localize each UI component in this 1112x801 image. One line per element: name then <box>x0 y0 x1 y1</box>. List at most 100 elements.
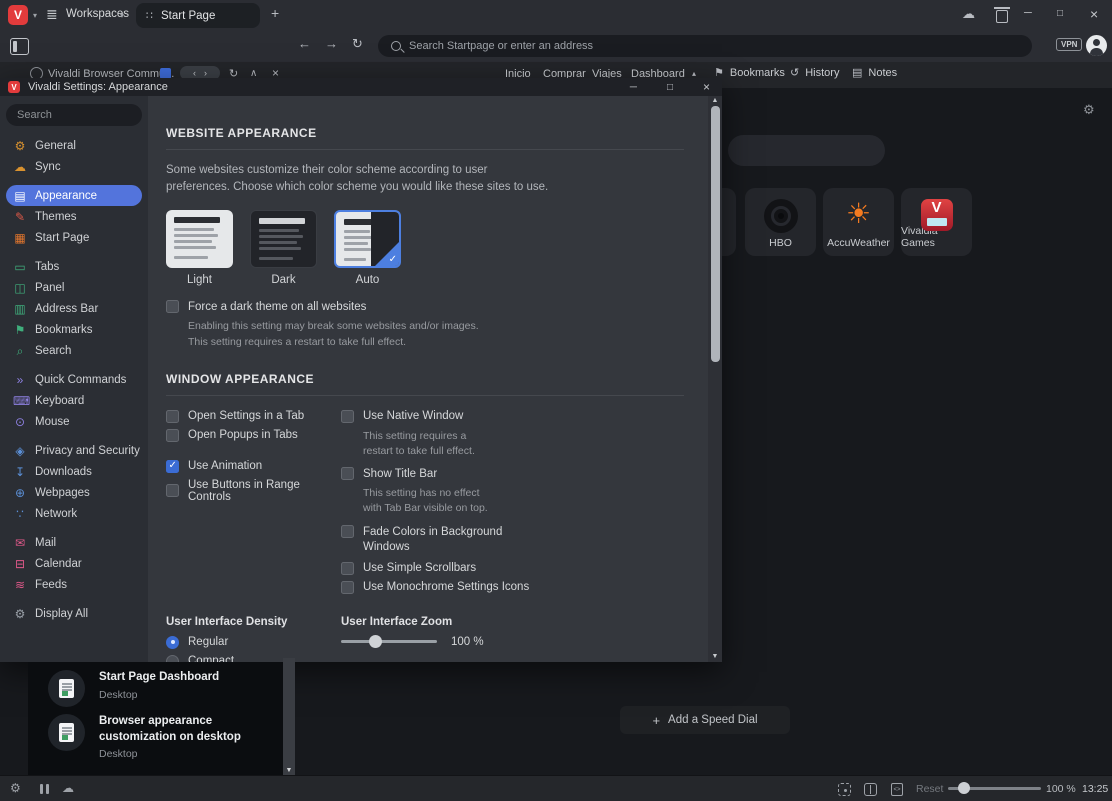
monochrome-icons-checkbox[interactable]: Use Monochrome Settings Icons <box>341 581 684 594</box>
sync-cloud-icon[interactable]: ☁ <box>962 6 975 22</box>
bookmarks-panel-button[interactable]: ⚑ Bookmarks <box>714 66 785 79</box>
cloud-icon[interactable]: ☁ <box>62 781 74 795</box>
dialog-maximize-button[interactable]: □ <box>667 82 673 93</box>
dialog-minimize-button[interactable]: ─ <box>630 82 637 93</box>
back-icon[interactable]: ← <box>298 36 311 51</box>
speed-dial-tile-hbo[interactable]: HBO <box>745 188 816 256</box>
start-page-search-field[interactable] <box>728 135 885 166</box>
trash-icon[interactable] <box>996 10 1008 23</box>
use-animation-checkbox[interactable]: Use Animation <box>166 460 341 473</box>
result-item[interactable]: Browser appearance customization on desk… <box>48 714 281 760</box>
settings-dialog-titlebar[interactable]: V Vivaldi Settings: Appearance ─ □ × <box>0 78 722 96</box>
slider-track[interactable] <box>341 640 437 643</box>
settings-nav-network[interactable]: ∵Network <box>6 503 142 524</box>
chevron-right-icon[interactable]: › <box>204 68 207 78</box>
reload-icon[interactable]: ↻ <box>352 36 363 52</box>
fade-colors-checkbox[interactable]: Fade Colors in Background Windows <box>341 525 684 556</box>
settings-nav-themes[interactable]: ✎Themes <box>6 206 142 227</box>
speed-dial-tile-accuweather[interactable]: ☀ AccuWeather <box>823 188 894 256</box>
history-panel-button[interactable]: ↺ History <box>790 66 839 79</box>
tiling-icon[interactable] <box>864 783 877 796</box>
checkbox[interactable] <box>341 581 354 594</box>
slider-knob[interactable] <box>958 782 970 794</box>
page-settings-gear-icon[interactable]: ⚙ <box>1083 102 1095 118</box>
checkbox[interactable] <box>341 467 354 480</box>
scheme-option-dark[interactable]: Dark <box>250 210 317 286</box>
settings-search-input[interactable]: Search <box>6 104 142 126</box>
radio[interactable] <box>166 636 179 649</box>
scroll-up-icon[interactable]: ▲ <box>712 96 719 106</box>
address-bar-input[interactable]: Search Startpage or enter an address <box>378 35 1032 57</box>
settings-gear-icon[interactable]: ⚙ <box>10 781 21 795</box>
workspaces-caret-icon[interactable]: ▾ <box>120 11 124 20</box>
force-dark-theme-checkbox[interactable]: Force a dark theme on all websites <box>166 300 684 313</box>
new-tab-button[interactable]: + <box>271 5 279 21</box>
settings-nav-keyboard[interactable]: ⌨Keyboard <box>6 390 142 411</box>
chevron-left-icon[interactable]: ‹ <box>193 68 196 78</box>
panel-scrollbar[interactable]: ▼ <box>283 658 295 776</box>
open-popups-in-tabs-checkbox[interactable]: Open Popups in Tabs <box>166 429 341 442</box>
window-maximize-button[interactable]: □ <box>1057 8 1063 19</box>
scheme-option-light[interactable]: Light <box>166 210 233 286</box>
checkbox[interactable] <box>166 410 179 423</box>
checkbox[interactable] <box>341 562 354 575</box>
add-speed-dial-button[interactable]: + Add a Speed Dial <box>620 706 790 734</box>
settings-nav-display-all[interactable]: ⚙Display All <box>6 603 142 624</box>
forward-icon[interactable]: → <box>325 36 338 51</box>
vivaldi-menu-button[interactable]: V <box>8 5 28 25</box>
settings-nav-calendar[interactable]: ⊟Calendar <box>6 553 142 574</box>
settings-nav-search[interactable]: ⌕Search <box>6 340 142 361</box>
scrollbar-thumb[interactable] <box>711 106 720 362</box>
settings-nav-bookmarks[interactable]: ⚑Bookmarks <box>6 319 142 340</box>
settings-scrollbar[interactable]: ▲ ▼ <box>708 96 722 662</box>
checkbox[interactable] <box>166 429 179 442</box>
settings-nav-quick-commands[interactable]: »Quick Commands <box>6 369 142 390</box>
page-zoom-slider[interactable] <box>948 787 1041 790</box>
settings-nav-mouse[interactable]: ⊙Mouse <box>6 411 142 432</box>
tab-start-page[interactable]: ∷ Start Page <box>136 3 260 28</box>
panel-toggle-icon[interactable] <box>10 38 29 55</box>
scroll-down-icon[interactable]: ▼ <box>283 767 295 774</box>
settings-nav-privacy[interactable]: ◈Privacy and Security <box>6 440 142 461</box>
settings-nav-feeds[interactable]: ≋Feeds <box>6 574 142 595</box>
settings-nav-start-page[interactable]: ▦Start Page <box>6 227 142 248</box>
checkbox[interactable] <box>341 410 354 423</box>
checkbox[interactable] <box>166 484 179 497</box>
bookmark-overflow-icon[interactable]: ▴ <box>692 69 696 78</box>
settings-nav-address-bar[interactable]: ▥Address Bar <box>6 298 142 319</box>
open-settings-in-tab-checkbox[interactable]: Open Settings in a Tab <box>166 410 341 423</box>
speed-dial-tile-vivaldia-games[interactable]: Vivaldia Games <box>901 188 972 256</box>
scroll-down-icon[interactable]: ▼ <box>712 652 719 662</box>
use-buttons-range-checkbox[interactable]: Use Buttons in Range Controls <box>166 479 341 503</box>
window-close-button[interactable]: × <box>1090 6 1098 22</box>
settings-nav-webpages[interactable]: ⊕Webpages <box>6 482 142 503</box>
radio[interactable] <box>166 655 179 662</box>
settings-nav-mail[interactable]: ✉Mail <box>6 532 142 553</box>
settings-nav-panel[interactable]: ◫Panel <box>6 277 142 298</box>
use-native-window-checkbox[interactable]: Use Native Window <box>341 410 684 423</box>
settings-nav-sync[interactable]: ☁Sync <box>6 156 142 177</box>
zoom-reset-button[interactable]: Reset <box>916 783 943 795</box>
settings-nav-tabs[interactable]: ▭Tabs <box>6 256 142 277</box>
density-regular-radio[interactable]: Regular <box>166 636 341 649</box>
slider-knob[interactable] <box>369 635 382 648</box>
page-actions-icon[interactable]: <> <box>891 783 903 796</box>
simple-scrollbars-checkbox[interactable]: Use Simple Scrollbars <box>341 562 684 575</box>
vpn-badge[interactable]: VPN <box>1056 38 1082 51</box>
notes-panel-button[interactable]: ▤ Notes <box>852 66 897 79</box>
dialog-close-button[interactable]: × <box>703 80 710 94</box>
settings-nav-downloads[interactable]: ↧Downloads <box>6 461 142 482</box>
scheme-option-auto[interactable]: ✓ Auto <box>334 210 401 286</box>
ui-zoom-slider[interactable]: 100 % <box>341 636 684 648</box>
checkbox[interactable] <box>166 300 179 313</box>
checkbox[interactable] <box>166 460 179 473</box>
capture-icon[interactable] <box>838 783 851 796</box>
settings-nav-appearance[interactable]: ▤Appearance <box>6 185 142 206</box>
profile-avatar-icon[interactable] <box>1086 35 1107 56</box>
window-minimize-button[interactable]: ─ <box>1024 7 1032 19</box>
result-item[interactable]: Start Page Dashboard Desktop <box>48 670 219 707</box>
show-title-bar-checkbox[interactable]: Show Title Bar <box>341 467 684 480</box>
checkbox[interactable] <box>341 525 354 538</box>
density-compact-radio[interactable]: Compact <box>166 655 341 662</box>
workspaces-layers-icon[interactable]: ≣ <box>46 6 58 23</box>
